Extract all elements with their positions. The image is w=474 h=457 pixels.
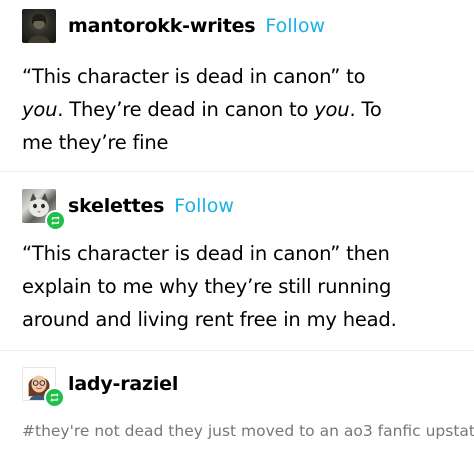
avatar[interactable] bbox=[22, 9, 56, 43]
post-text-line: you. They’re dead in canon to you. To bbox=[22, 93, 462, 126]
divider bbox=[0, 350, 474, 351]
reblog-icon bbox=[44, 387, 65, 408]
username[interactable]: mantorokk-writes bbox=[68, 15, 256, 37]
post-text-line: around and living rent free in my head. bbox=[22, 303, 462, 336]
avatar[interactable] bbox=[22, 189, 66, 231]
post-header: mantorokk-writes Follow bbox=[22, 9, 325, 43]
reblog-icon bbox=[45, 210, 66, 231]
post-header: lady-raziel bbox=[22, 367, 178, 408]
follow-button[interactable]: Follow bbox=[174, 195, 234, 217]
dark-portrait-avatar-icon bbox=[28, 13, 50, 43]
post-body: “This character is dead in canon” then ex… bbox=[22, 237, 462, 336]
text-segment: . They’re dead in canon to bbox=[57, 98, 315, 121]
follow-button[interactable]: Follow bbox=[265, 15, 325, 37]
divider bbox=[0, 171, 474, 172]
post-tags[interactable]: #they're not dead they just moved to an … bbox=[22, 422, 474, 440]
emphasized-text: you bbox=[22, 98, 58, 121]
text-segment: around and living rent free in my head. bbox=[22, 308, 397, 331]
post-text-line: me they’re fine bbox=[22, 126, 462, 159]
avatar[interactable] bbox=[22, 367, 65, 408]
text-segment: “This character is dead in canon” to bbox=[22, 65, 366, 88]
post-header: skelettes Follow bbox=[22, 189, 234, 231]
post-body: “This character is dead in canon” to you.… bbox=[22, 60, 462, 159]
post-text-line: explain to me why they’re still running bbox=[22, 270, 462, 303]
text-segment: explain to me why they’re still running bbox=[22, 275, 392, 298]
text-segment: . To bbox=[349, 98, 382, 121]
emphasized-text: you bbox=[314, 98, 350, 121]
text-segment: “This character is dead in canon” then bbox=[22, 242, 390, 265]
username[interactable]: skelettes bbox=[68, 195, 164, 217]
post-text-line: “This character is dead in canon” to bbox=[22, 60, 462, 93]
username[interactable]: lady-raziel bbox=[68, 373, 178, 395]
text-segment: me they’re fine bbox=[22, 131, 169, 154]
post-text-line: “This character is dead in canon” then bbox=[22, 237, 462, 270]
